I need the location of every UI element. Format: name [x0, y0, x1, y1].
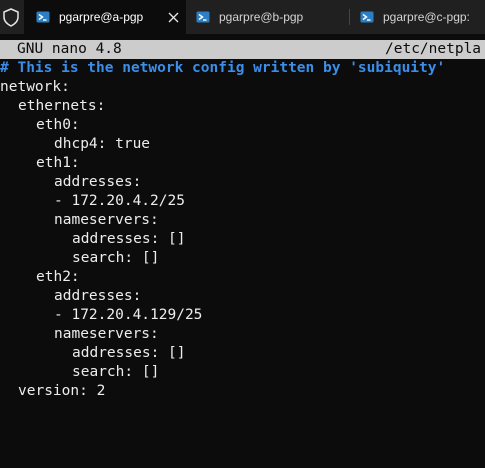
powershell-icon — [360, 11, 374, 23]
code-line: version: 2 — [18, 383, 106, 399]
tab-b-pgp[interactable]: pgarpre@b-pgp — [196, 0, 346, 34]
file-path: /etc/netpla — [385, 41, 482, 57]
code-line: - 172.20.4.129/25 — [54, 307, 203, 323]
close-icon[interactable] — [160, 4, 186, 30]
tab-a-pgp[interactable]: pgarpre@a-pgp — [24, 0, 186, 34]
powershell-icon — [196, 11, 210, 23]
code-line: nameservers: — [54, 326, 159, 342]
code-line: addresses: — [54, 288, 142, 304]
code-line: addresses: [] — [72, 345, 186, 361]
code-line: network: — [0, 79, 70, 95]
tab-title: pgarpre@b-pgp — [219, 10, 304, 24]
tab-title: pgarpre@a-pgp — [59, 10, 144, 24]
comment-line: # This is the network config written by … — [0, 60, 446, 76]
tab-c-pgp[interactable]: pgarpre@c-pgp: — [360, 0, 485, 34]
shield-icon[interactable] — [0, 6, 22, 28]
editor-area[interactable]: # This is the network config written by … — [0, 59, 485, 468]
nano-title-bar: GNU nano 4.8 /etc/netpla — [0, 40, 485, 59]
code-line: addresses: [] — [72, 231, 186, 247]
tab-bar: pgarpre@a-pgp pgarpre@b-pgp pgarpre@c-pg… — [0, 0, 485, 34]
tab-title: pgarpre@c-pgp: — [383, 10, 470, 24]
powershell-icon — [36, 11, 50, 23]
code-line: eth0: — [36, 117, 80, 133]
code-line: nameservers: — [54, 212, 159, 228]
code-line: search: [] — [72, 250, 160, 266]
code-line: addresses: — [54, 174, 142, 190]
nano-version: GNU nano 4.8 — [17, 41, 122, 57]
code-line: eth2: — [36, 269, 80, 285]
tab-separator — [349, 9, 350, 25]
code-line: ethernets: — [18, 98, 106, 114]
code-line: dhcp4: true — [54, 136, 151, 152]
code-line: eth1: — [36, 155, 80, 171]
code-line: search: [] — [72, 364, 160, 380]
code-line: - 172.20.4.2/25 — [54, 193, 185, 209]
